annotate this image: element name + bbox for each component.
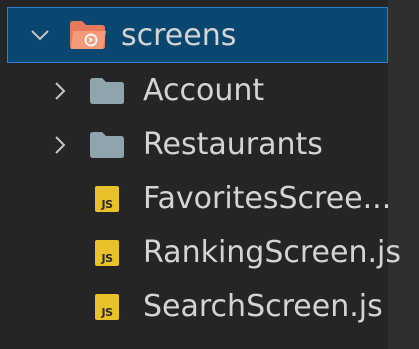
- chevron-right-icon[interactable]: [49, 134, 71, 156]
- js-badge-text: JS: [101, 252, 113, 265]
- file-explorer: screens Account Restaurants JS Favorites…: [0, 0, 419, 349]
- file-label: FavoritesScree...: [143, 181, 392, 216]
- tree-item-screens-folder[interactable]: screens: [7, 7, 388, 63]
- folder-label: screens: [121, 18, 237, 53]
- tree-item-ranking-file[interactable]: JS RankingScreen.js: [0, 226, 401, 280]
- scrollbar-track[interactable]: [388, 0, 419, 349]
- tree-item-account-folder[interactable]: Account: [0, 64, 388, 118]
- js-file-icon: JS: [95, 240, 119, 266]
- chevron-down-icon[interactable]: [29, 24, 51, 46]
- js-file-icon: JS: [95, 186, 119, 212]
- file-label: SearchScreen.js: [143, 289, 383, 324]
- js-badge-text: JS: [101, 198, 113, 211]
- folder-open-icon: [69, 20, 107, 54]
- js-file-icon: JS: [95, 294, 119, 320]
- tree-item-favorites-file[interactable]: JS FavoritesScree...: [0, 172, 392, 226]
- folder-icon: [89, 77, 125, 109]
- chevron-right-icon[interactable]: [49, 80, 71, 102]
- js-badge-text: JS: [101, 306, 113, 319]
- tree-item-restaurants-folder[interactable]: Restaurants: [0, 118, 388, 172]
- folder-label: Account: [143, 73, 265, 108]
- file-label: RankingScreen.js: [143, 235, 401, 270]
- folder-icon: [89, 131, 125, 163]
- folder-label: Restaurants: [143, 127, 323, 162]
- tree-item-search-file[interactable]: JS SearchScreen.js: [0, 280, 388, 334]
